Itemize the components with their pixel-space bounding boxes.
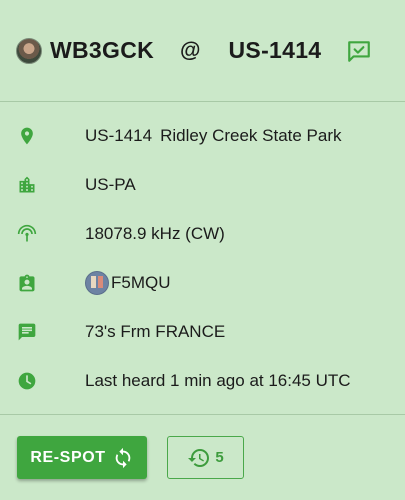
respot-label: RE-SPOT [30,448,106,466]
location-pin-icon [21,127,33,144]
activator-callsign[interactable]: WB3GCK [50,37,154,64]
respot-button[interactable]: RE-SPOT [17,436,147,479]
history-count: 5 [215,449,224,466]
history-icon [188,448,210,467]
city-icon [19,176,35,192]
badge-icon [19,274,35,291]
last-heard-row: Last heard 1 min ago at 16:45 UTC [0,356,405,405]
at-symbol: @ [180,38,201,62]
spot-details: US-1414 Ridley Creek State Park US-PA 18… [0,103,405,405]
operator-avatar[interactable] [16,37,42,64]
park-name-text: Ridley Creek State Park [160,125,342,145]
clock-icon [18,372,36,389]
actions-divider [0,414,405,415]
spot-header: WB3GCK @ US-1414 [0,0,405,102]
history-button[interactable]: 5 [167,436,244,479]
spotter-avatar [85,270,109,295]
frequency-row[interactable]: 18078.9 kHz (CW) [0,209,405,258]
last-heard-text: Last heard 1 min ago at 16:45 UTC [85,370,351,390]
frequency-text: 18078.9 kHz (CW) [85,223,225,243]
park-row[interactable]: US-1414 Ridley Creek State Park [0,111,405,160]
comment-text: 73's Frm FRANCE [85,321,226,341]
antenna-icon [17,224,37,241]
spotter-callsign: F5MQU [111,272,171,292]
location-row: US-PA [0,160,405,209]
refresh-icon [115,447,130,468]
park-ref-text: US-1414 [85,125,153,145]
spotter-row[interactable]: F5MQU [0,258,405,307]
comment-icon [18,323,36,340]
park-reference[interactable]: US-1414 [229,37,322,64]
comment-row: 73's Frm FRANCE [0,307,405,356]
spot-check-icon[interactable] [346,38,372,64]
location-text: US-PA [85,174,136,194]
